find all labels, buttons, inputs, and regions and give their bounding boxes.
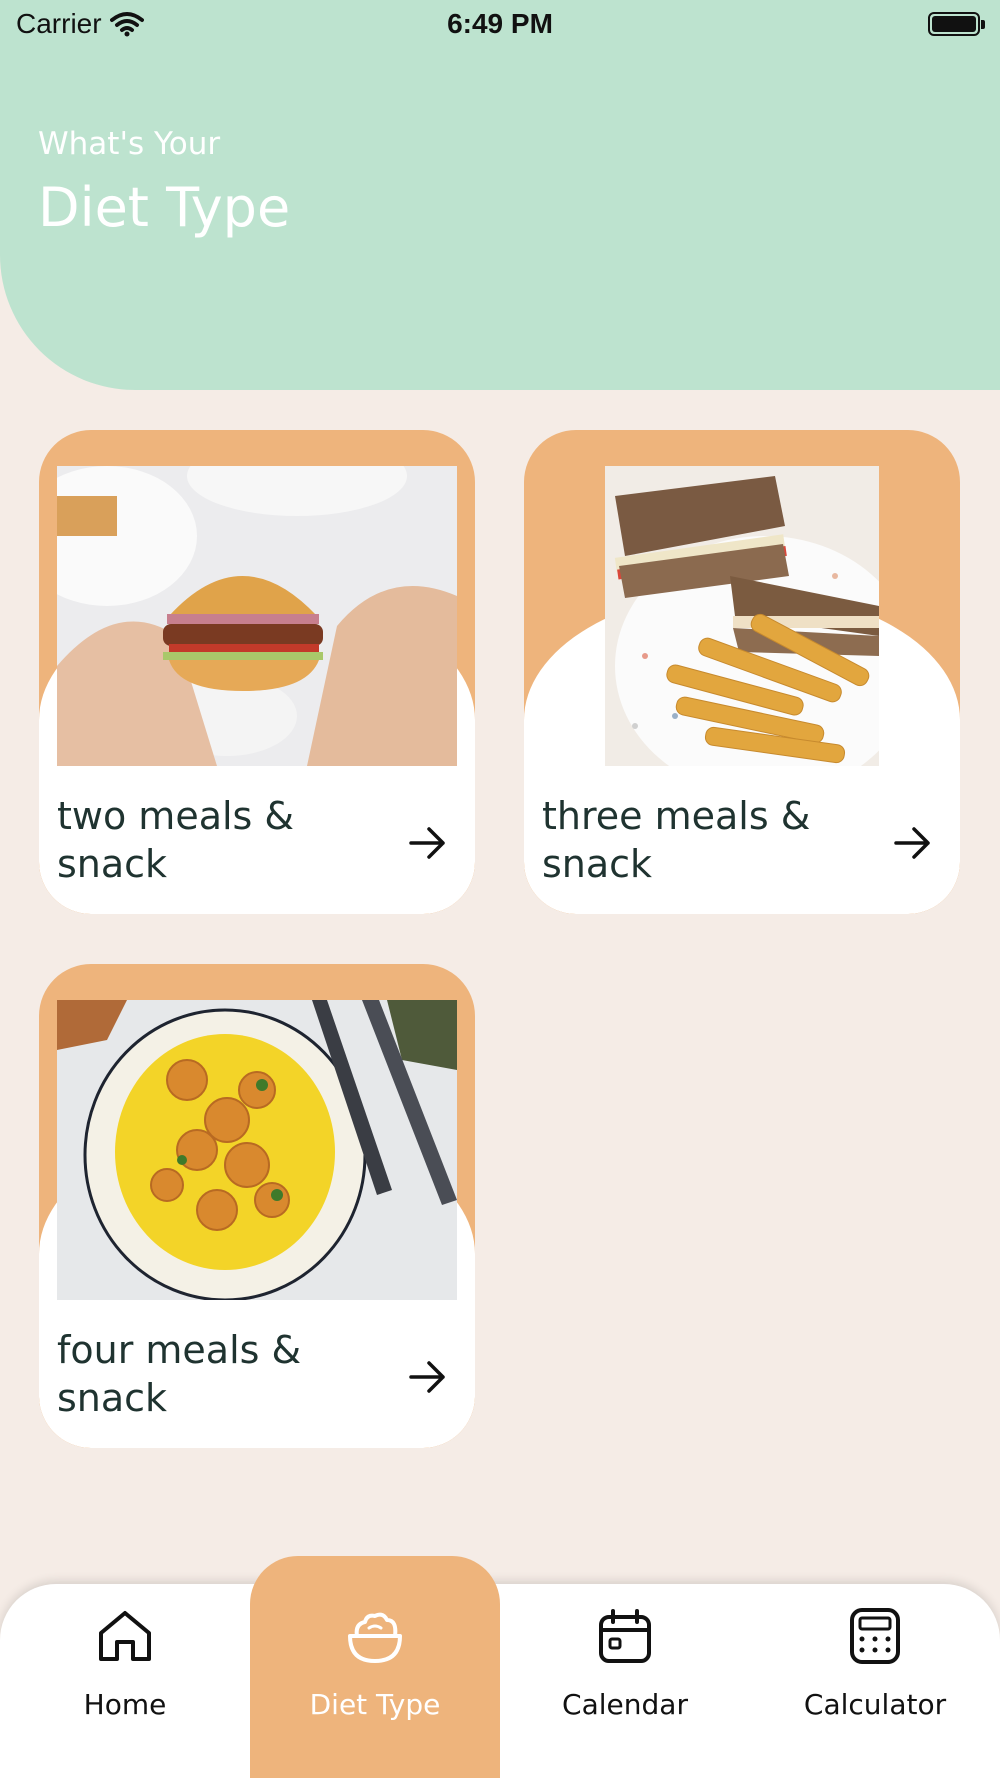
tab-calendar[interactable]: Calendar: [500, 1556, 750, 1778]
shrimp-rice-photo: [57, 1000, 457, 1300]
sandwich-fries-photo: [605, 466, 879, 766]
tab-label: Home: [83, 1688, 167, 1721]
status-time: 6:49 PM: [447, 8, 553, 39]
home-icon: [99, 1611, 151, 1661]
calendar-icon: [599, 1609, 651, 1663]
battery-icon: [928, 12, 985, 36]
tab-home[interactable]: Home: [0, 1556, 250, 1778]
card-label: four meals & snack: [57, 1328, 302, 1420]
tab-label: Calculator: [803, 1688, 947, 1721]
burger-photo: [57, 466, 457, 766]
page-title: Diet Type: [38, 176, 291, 239]
header-subtitle: What's Your: [38, 126, 221, 162]
tab-diet-type[interactable]: Diet Type: [250, 1556, 500, 1778]
diet-card-two-meals[interactable]: two meals & snack: [39, 430, 475, 914]
arrow-right-icon[interactable]: [407, 822, 449, 864]
diet-card-three-meals[interactable]: three meals & snack: [524, 430, 960, 914]
card-label: two meals & snack: [57, 794, 295, 886]
arrow-right-icon[interactable]: [407, 1356, 449, 1398]
diet-card-four-meals[interactable]: four meals & snack: [39, 964, 475, 1448]
bowl-icon: [348, 1612, 402, 1663]
arrow-right-icon[interactable]: [892, 822, 934, 864]
card-label: three meals & snack: [542, 794, 811, 886]
tab-label: Calendar: [562, 1688, 688, 1721]
tab-calculator[interactable]: Calculator: [750, 1556, 1000, 1778]
tab-label: Diet Type: [309, 1688, 441, 1721]
status-bar: Carrier 6:49 PM: [0, 0, 1000, 50]
calculator-icon: [850, 1608, 900, 1664]
